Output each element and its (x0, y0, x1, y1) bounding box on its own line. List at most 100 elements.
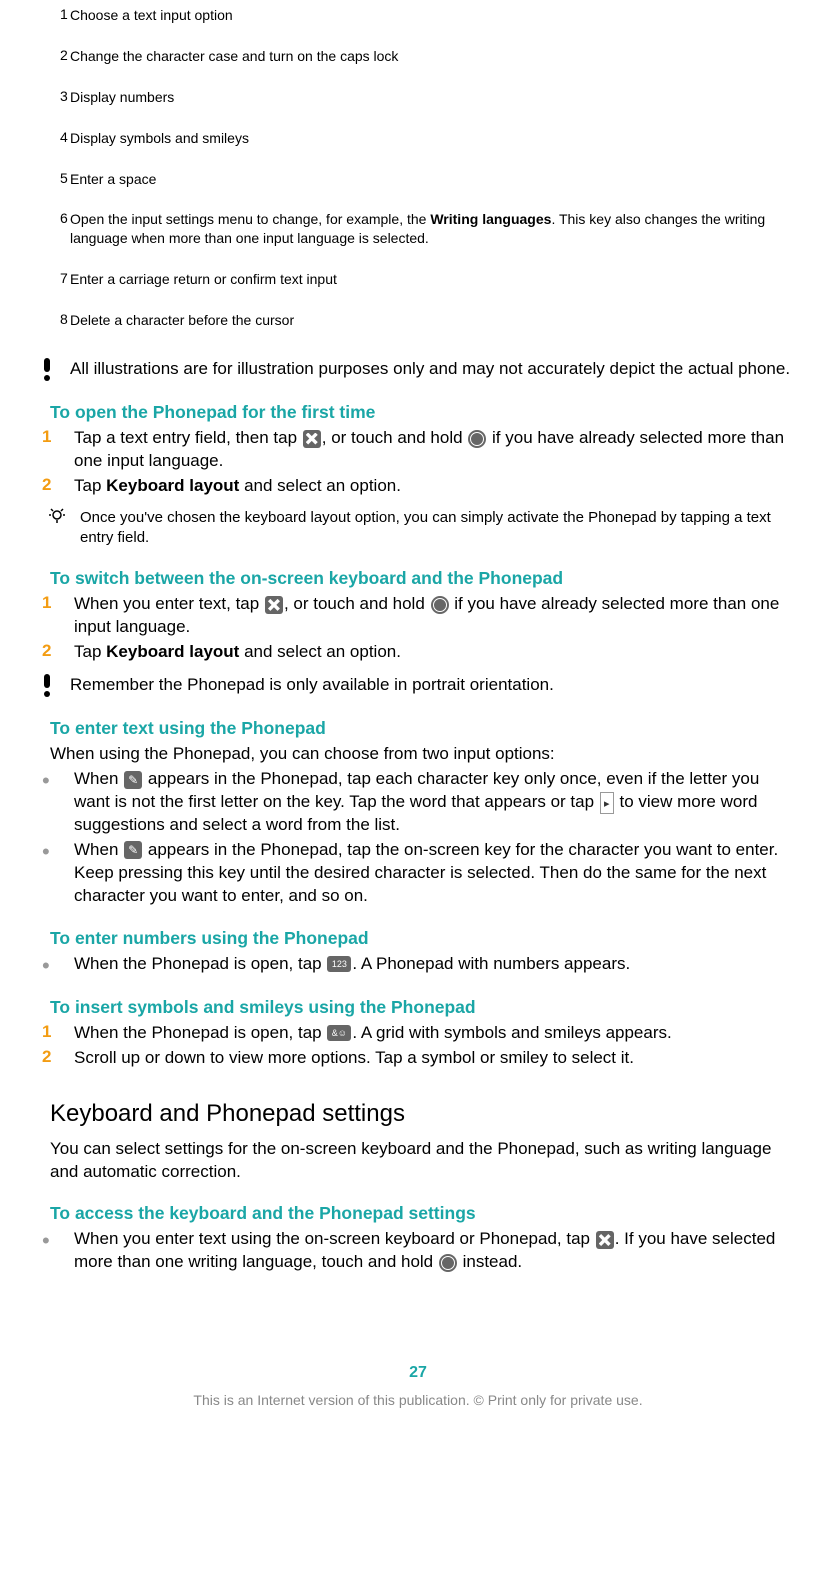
exclamation-icon (42, 674, 70, 698)
bullet-text: When the Phonepad is open, tap 123. A Ph… (66, 953, 794, 976)
t-before: Open the input settings menu to change, … (70, 211, 430, 227)
wrench-icon (303, 430, 321, 448)
bullet-row: • When the Phonepad is open, tap 123. A … (42, 953, 794, 977)
wrench-icon (596, 1231, 614, 1249)
legend-num: 8 (42, 311, 70, 327)
bullet-row: • When appears in the Phonepad, tap each… (42, 768, 794, 837)
step-row: 2 Tap Keyboard layout and select an opti… (42, 641, 794, 664)
bullet-list: • When you enter text using the on-scree… (42, 1228, 794, 1274)
t: instead. (458, 1252, 522, 1271)
bullet-text: When appears in the Phonepad, tap each c… (66, 768, 794, 837)
h2-body: You can select settings for the on-scree… (50, 1138, 794, 1184)
t: , or touch and hold (284, 594, 430, 613)
step-num: 2 (42, 475, 66, 495)
section-heading: To switch between the on-screen keyboard… (50, 568, 794, 589)
globe-icon (439, 1254, 457, 1272)
section-heading: To access the keyboard and the Phonepad … (50, 1203, 794, 1224)
note-text: Remember the Phonepad is only available … (70, 674, 794, 697)
bullet-row: • When you enter text using the on-scree… (42, 1228, 794, 1274)
bullet-list: • When the Phonepad is open, tap 123. A … (42, 953, 794, 977)
legend-num: 6 (42, 210, 70, 226)
tip-note: Once you've chosen the keyboard layout o… (42, 508, 794, 549)
t: When the Phonepad is open, tap (74, 954, 326, 973)
steps-list: 1 When the Phonepad is open, tap &☺. A g… (42, 1022, 794, 1070)
step-text: Tap Keyboard layout and select an option… (66, 475, 794, 498)
t-bold: Writing languages (430, 211, 551, 227)
t-bold: Keyboard layout (106, 642, 239, 661)
t: . A grid with symbols and smileys appear… (352, 1023, 671, 1042)
step-num: 1 (42, 1022, 66, 1042)
t: Tap (74, 642, 106, 661)
legend-row: 5 Enter a space (42, 170, 794, 189)
important-note: Remember the Phonepad is only available … (42, 674, 794, 698)
tip-text: Once you've chosen the keyboard layout o… (80, 508, 794, 549)
t: When the Phonepad is open, tap (74, 1023, 326, 1042)
intro-text: When using the Phonepad, you can choose … (50, 743, 794, 766)
legend-row: 4 Display symbols and smileys (42, 129, 794, 148)
legend-text: Enter a carriage return or confirm text … (70, 270, 794, 289)
symbols-key-icon: &☺ (327, 1025, 351, 1041)
section-heading: To open the Phonepad for the first time (50, 402, 794, 423)
step-num: 1 (42, 427, 66, 447)
legend-text: Choose a text input option (70, 6, 794, 25)
t: When (74, 769, 123, 788)
legend-text: Display symbols and smileys (70, 129, 794, 148)
legend-text: Change the character case and turn on th… (70, 47, 794, 66)
t: Tap a text entry field, then tap (74, 428, 302, 447)
t: . A Phonepad with numbers appears. (352, 954, 630, 973)
t: , or touch and hold (322, 428, 468, 447)
step-row: 2 Tap Keyboard layout and select an opti… (42, 475, 794, 498)
legend-row: 1 Choose a text input option (42, 6, 794, 25)
pencil-icon (124, 841, 142, 859)
exclamation-icon (42, 358, 70, 382)
bullet-text: When you enter text using the on-screen … (66, 1228, 794, 1274)
t: Tap (74, 476, 106, 495)
legend-row: 2 Change the character case and turn on … (42, 47, 794, 66)
step-num: 1 (42, 593, 66, 613)
legend-row: 6 Open the input settings menu to change… (42, 210, 794, 248)
legend-num: 5 (42, 170, 70, 186)
note-text: All illustrations are for illustration p… (70, 358, 794, 381)
legend-num: 1 (42, 6, 70, 22)
t-bold: Keyboard layout (106, 476, 239, 495)
step-text: When the Phonepad is open, tap &☺. A gri… (66, 1022, 794, 1045)
legend-num: 3 (42, 88, 70, 104)
footer-note: This is an Internet version of this publ… (42, 1392, 794, 1424)
globe-icon (431, 596, 449, 614)
important-note: All illustrations are for illustration p… (42, 358, 794, 382)
bullet-list: • When appears in the Phonepad, tap each… (42, 768, 794, 908)
t: and select an option. (239, 642, 401, 661)
legend-text: Open the input settings menu to change, … (70, 210, 794, 248)
globe-icon (468, 430, 486, 448)
step-text: Tap Keyboard layout and select an option… (66, 641, 794, 664)
bullet-text: When appears in the Phonepad, tap the on… (66, 839, 794, 908)
legend-row: 3 Display numbers (42, 88, 794, 107)
lightbulb-icon (42, 508, 80, 526)
t: When you enter text, tap (74, 594, 264, 613)
bullet-marker: • (42, 1228, 66, 1252)
steps-list: 1 When you enter text, tap , or touch an… (42, 593, 794, 664)
legend-text: Enter a space (70, 170, 794, 189)
step-num: 2 (42, 641, 66, 661)
legend-num: 7 (42, 270, 70, 286)
bullet-marker: • (42, 768, 66, 792)
legend-row: 7 Enter a carriage return or confirm tex… (42, 270, 794, 289)
section-heading: To enter numbers using the Phonepad (50, 928, 794, 949)
wrench-icon (265, 596, 283, 614)
legend-num: 2 (42, 47, 70, 63)
t: and select an option. (239, 476, 401, 495)
page-number: 27 (42, 1364, 794, 1382)
step-text: Tap a text entry field, then tap , or to… (66, 427, 794, 473)
arrow-right-icon: ▸ (600, 792, 614, 814)
t: When (74, 840, 123, 859)
bullet-marker: • (42, 839, 66, 863)
section-heading: To insert symbols and smileys using the … (50, 997, 794, 1018)
step-row: 1 When you enter text, tap , or touch an… (42, 593, 794, 639)
step-num: 2 (42, 1047, 66, 1067)
h2-heading: Keyboard and Phonepad settings (50, 1100, 794, 1128)
t: appears in the Phonepad, tap the on-scre… (74, 840, 778, 905)
step-row: 2 Scroll up or down to view more options… (42, 1047, 794, 1070)
step-text: When you enter text, tap , or touch and … (66, 593, 794, 639)
page-content: 1 Choose a text input option 2 Change th… (32, 6, 794, 1424)
pencil-icon (124, 771, 142, 789)
